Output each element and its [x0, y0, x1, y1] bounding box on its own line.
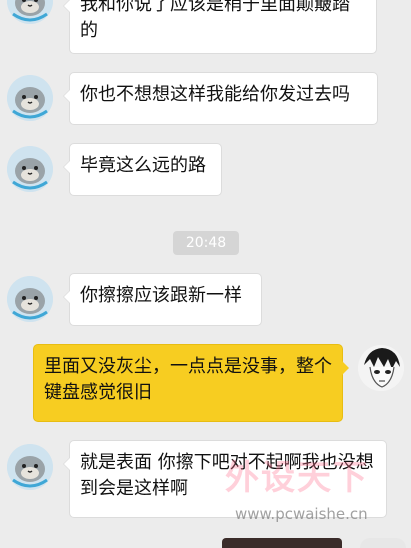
message-bubble-outgoing[interactable]: 里面又没灰尘，一点点是没事，整个键盘感觉很旧: [33, 344, 349, 422]
message-bubble[interactable]: 我和你说了应该是稍于里面颠簸踏的: [63, 0, 377, 54]
timestamp-label: 20:48: [173, 231, 239, 255]
contact-avatar-icon[interactable]: [7, 75, 53, 121]
message-bubble[interactable]: 你也不想想这样我能给你发过去吗: [63, 72, 378, 125]
chat-window: 我和你说了应该是稍于里面颠簸踏的 你也不想想这样我能给你发过去吗 毕竟这么远的路…: [0, 0, 411, 548]
contact-avatar-icon[interactable]: [7, 276, 53, 322]
contact-avatar-icon[interactable]: [7, 0, 53, 24]
self-avatar-icon[interactable]: [360, 538, 406, 548]
message-bubble[interactable]: 毕竟这么远的路: [63, 143, 222, 196]
self-avatar-icon[interactable]: [358, 345, 404, 391]
message-bubble[interactable]: 你擦擦应该跟新一样: [63, 273, 262, 326]
contact-avatar-icon[interactable]: [7, 146, 53, 192]
image-message-preview[interactable]: [222, 538, 342, 548]
contact-avatar-icon[interactable]: [7, 444, 53, 490]
message-bubble[interactable]: 就是表面 你擦下吧对不起啊我也没想到会是这样啊: [63, 440, 387, 518]
